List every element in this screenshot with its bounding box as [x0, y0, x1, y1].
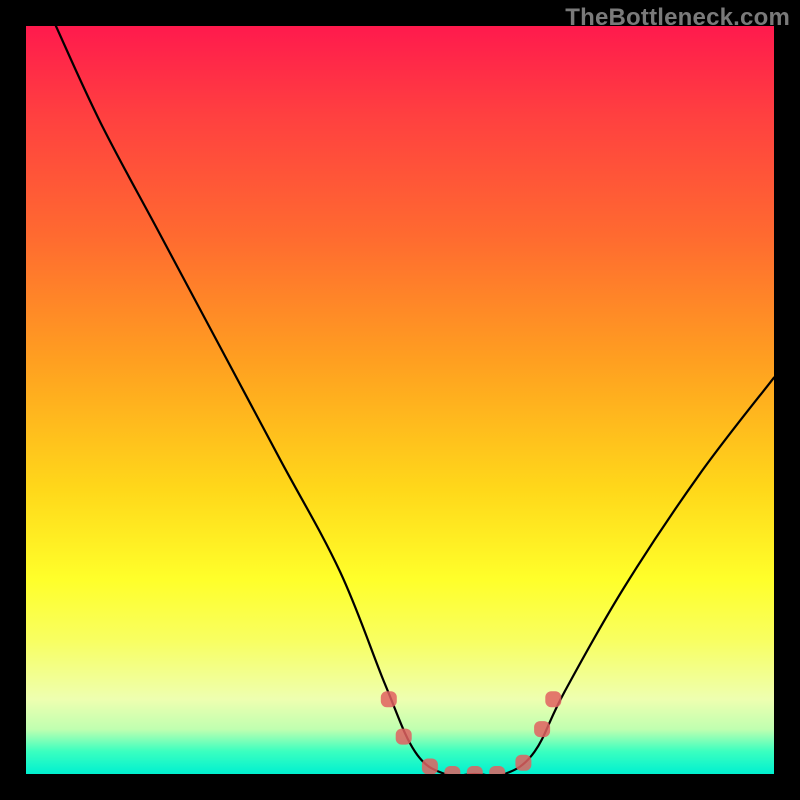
curve-marker: [396, 729, 412, 745]
curve-marker: [489, 766, 505, 774]
bottleneck-curve: [56, 26, 774, 774]
chart-plot-area: [26, 26, 774, 774]
bottleneck-curve-svg: [26, 26, 774, 774]
curve-marker: [534, 721, 550, 737]
curve-marker: [444, 766, 460, 774]
flat-region-markers: [381, 691, 562, 774]
curve-marker: [381, 691, 397, 707]
curve-marker: [467, 766, 483, 774]
curve-marker: [545, 691, 561, 707]
watermark-text: TheBottleneck.com: [565, 4, 790, 32]
curve-marker: [515, 755, 531, 771]
curve-marker: [422, 759, 438, 775]
